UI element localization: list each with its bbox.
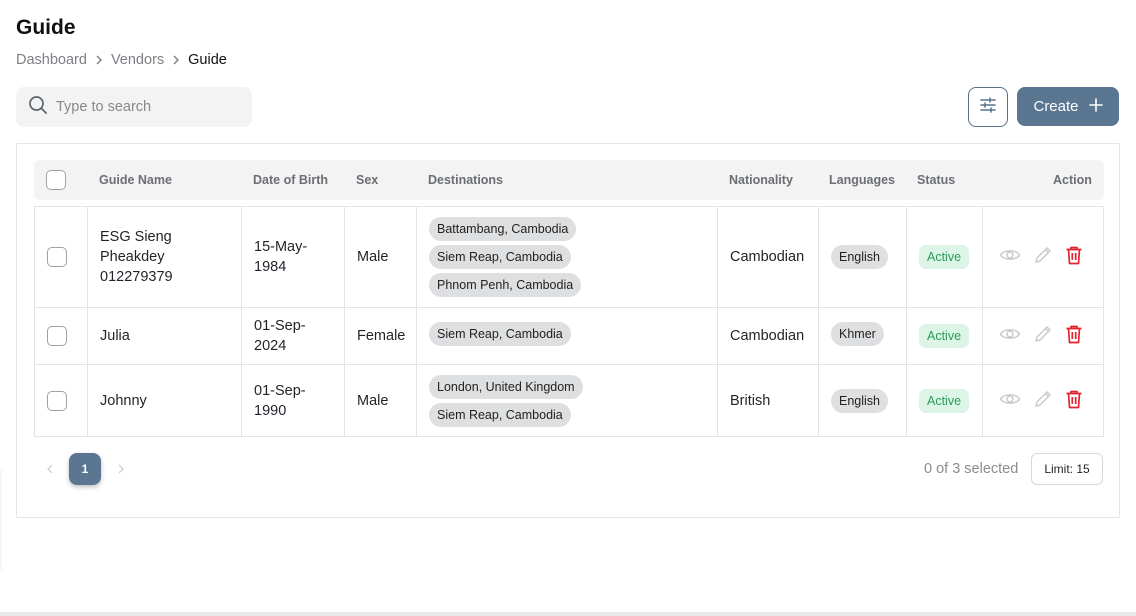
search-input[interactable]: [56, 99, 236, 115]
edit-pencil-icon[interactable]: [1033, 324, 1053, 348]
destination-chip: Phnom Penh, Cambodia: [429, 273, 582, 297]
guide-phone-line: 012279379: [100, 269, 173, 285]
row-checkbox[interactable]: [47, 247, 67, 267]
guide-table-card: Guide Name Date of Birth Sex Destination…: [16, 143, 1120, 518]
breadcrumb-item-guide: Guide: [188, 52, 227, 68]
header-guide-name[interactable]: Guide Name: [99, 160, 172, 200]
create-button-label: Create: [1033, 98, 1079, 115]
status-cell: Active: [907, 207, 983, 307]
breadcrumb-item-vendors[interactable]: Vendors: [111, 52, 164, 68]
bottom-divider: [0, 612, 1136, 616]
status-cell: Active: [907, 365, 983, 436]
table-header: Guide Name Date of Birth Sex Destination…: [34, 160, 1104, 200]
select-all-checkbox[interactable]: [46, 170, 66, 190]
dob-cell: 01-Sep- 2024: [242, 308, 345, 364]
breadcrumb-item-dashboard[interactable]: Dashboard: [16, 52, 87, 68]
guide-name-line: ESG Sieng: [100, 229, 172, 245]
status-badge: Active: [919, 324, 970, 348]
language-chip: Khmer: [831, 322, 884, 346]
edit-pencil-icon[interactable]: [1033, 245, 1053, 269]
language-chip: English: [831, 245, 888, 269]
header-nationality[interactable]: Nationality: [729, 160, 793, 200]
guide-name-line: Pheakdey: [100, 249, 165, 265]
status-badge: Active: [919, 245, 970, 269]
limit-select[interactable]: Limit: 15: [1031, 453, 1103, 485]
search-icon: [28, 95, 48, 120]
breadcrumb: Dashboard Vendors Guide: [16, 52, 227, 68]
destination-chip: London, United Kingdom: [429, 374, 583, 399]
dob-cell: 01-Sep- 1990: [242, 365, 345, 436]
dob-line: 15-May-: [254, 239, 308, 255]
plus-icon: [1088, 97, 1103, 116]
status-badge: Active: [919, 388, 970, 413]
destinations-cell: Siem Reap, Cambodia: [417, 308, 718, 364]
sex-cell: Male: [345, 207, 417, 307]
dob-line: 1984: [254, 259, 287, 275]
guide-name-cell: Julia: [88, 308, 242, 364]
page-title: Guide: [16, 16, 76, 39]
sex-cell: Female: [345, 308, 417, 364]
header-destinations[interactable]: Destinations: [428, 160, 503, 200]
chevron-right-icon: [172, 55, 180, 65]
view-eye-icon[interactable]: [999, 326, 1021, 346]
selection-count: 0 of 3 selected: [924, 461, 1019, 477]
header-action: Action: [1053, 173, 1092, 187]
search-bar[interactable]: [16, 87, 252, 127]
pagination-prev-chevron-icon[interactable]: [44, 462, 56, 476]
edit-pencil-icon[interactable]: [1033, 389, 1053, 413]
table-row[interactable]: Johnny 01-Sep- 1990 Male London, United …: [34, 364, 1104, 437]
action-cell: [983, 365, 1104, 436]
table-row[interactable]: ESG Sieng Pheakdey 012279379 15-May- 198…: [34, 206, 1104, 307]
row-checkbox-cell: [35, 308, 88, 364]
header-languages[interactable]: Languages: [829, 160, 895, 200]
row-checkbox-cell: [35, 207, 88, 307]
destination-chip: Siem Reap, Cambodia: [429, 245, 571, 269]
view-eye-icon[interactable]: [999, 247, 1021, 267]
delete-trash-icon[interactable]: [1065, 245, 1083, 269]
header-status[interactable]: Status: [917, 160, 955, 200]
destinations-cell: Battambang, Cambodia Siem Reap, Cambodia…: [417, 207, 718, 307]
row-checkbox[interactable]: [47, 390, 67, 411]
action-cell: [983, 207, 1104, 307]
language-cell: English: [819, 365, 907, 436]
row-checkbox[interactable]: [47, 326, 67, 346]
create-button[interactable]: Create: [1017, 87, 1119, 126]
nationality-cell: Cambodian: [718, 308, 819, 364]
nationality-cell: Cambodian: [718, 207, 819, 307]
table-row[interactable]: Julia 01-Sep- 2024 Female Siem Reap, Cam…: [34, 307, 1104, 364]
left-edge-shadow: [0, 470, 3, 570]
pagination-next-chevron-icon[interactable]: [115, 462, 127, 476]
chevron-right-icon: [95, 55, 103, 65]
destinations-cell: London, United Kingdom Siem Reap, Cambod…: [417, 365, 718, 436]
dob-line: 01-Sep-: [254, 382, 306, 399]
guide-name-cell: ESG Sieng Pheakdey 012279379: [88, 207, 242, 307]
language-cell: English: [819, 207, 907, 307]
status-cell: Active: [907, 308, 983, 364]
delete-trash-icon[interactable]: [1065, 389, 1083, 413]
header-date-of-birth[interactable]: Date of Birth: [253, 160, 328, 200]
dob-line: 01-Sep-: [254, 318, 306, 334]
destination-chip: Siem Reap, Cambodia: [429, 322, 571, 346]
destination-chip: Siem Reap, Cambodia: [429, 402, 571, 427]
pagination-page-button[interactable]: 1: [69, 453, 101, 485]
action-cell: [983, 308, 1104, 364]
guide-name-line: Julia: [100, 328, 130, 344]
row-checkbox-cell: [35, 365, 88, 436]
sex-cell: Male: [345, 365, 417, 436]
delete-trash-icon[interactable]: [1065, 324, 1083, 348]
guide-name-cell: Johnny: [88, 365, 242, 436]
destination-chip: Battambang, Cambodia: [429, 217, 577, 241]
nationality-cell: British: [718, 365, 819, 436]
dob-cell: 15-May- 1984: [242, 207, 345, 307]
dob-line: 1990: [254, 402, 287, 419]
guide-name-line: Johnny: [100, 392, 147, 409]
view-eye-icon[interactable]: [999, 391, 1021, 411]
header-sex[interactable]: Sex: [356, 160, 378, 200]
dob-line: 2024: [254, 338, 287, 354]
filter-button[interactable]: [968, 87, 1008, 127]
sliders-icon: [978, 95, 998, 120]
language-cell: Khmer: [819, 308, 907, 364]
language-chip: English: [831, 388, 888, 413]
